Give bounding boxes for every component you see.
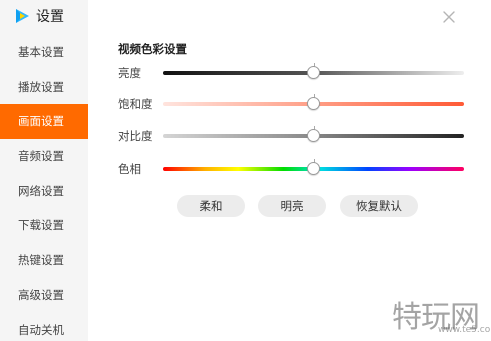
- sidebar-item-hotkeys[interactable]: 热键设置: [0, 243, 88, 278]
- watermark-url: www.te5.com: [438, 325, 491, 335]
- saturation-label: 饱和度: [118, 97, 153, 111]
- contrast-label: 对比度: [118, 129, 153, 143]
- saturation-slider-thumb[interactable]: [307, 97, 320, 110]
- sidebar-item-audio[interactable]: 音频设置: [0, 139, 88, 174]
- brightness-label: 亮度: [118, 66, 141, 80]
- hue-label: 色相: [118, 162, 141, 176]
- brightness-slider-thumb[interactable]: [307, 66, 320, 79]
- close-icon: [443, 11, 455, 23]
- hue-row: 色相: [118, 159, 464, 179]
- contrast-row: 对比度: [118, 126, 464, 146]
- sidebar-item-picture[interactable]: 画面设置: [0, 104, 88, 140]
- section-title: 视频色彩设置: [118, 42, 187, 56]
- window-title: 设置: [36, 9, 64, 25]
- brightness-row: 亮度: [118, 63, 464, 83]
- settings-nav: 基本设置 播放设置 画面设置 音频设置 网络设置 下载设置 热键设置 高级设置 …: [0, 35, 88, 341]
- close-button[interactable]: [440, 8, 458, 26]
- saturation-row: 饱和度: [118, 94, 464, 114]
- bright-preset-button[interactable]: 明亮: [258, 195, 326, 217]
- sidebar-item-basic[interactable]: 基本设置: [0, 35, 88, 70]
- sidebar-item-advanced[interactable]: 高级设置: [0, 278, 88, 313]
- sidebar: 设置 基本设置 播放设置 画面设置 音频设置 网络设置 下载设置 热键设置 高级…: [0, 0, 88, 341]
- site-watermark: 特玩网 www.te5.com: [392, 292, 491, 338]
- hue-slider-thumb[interactable]: [307, 162, 320, 175]
- preset-buttons: 柔和 明亮 恢复默认: [0, 195, 491, 217]
- sidebar-item-auto-shutdown[interactable]: 自动关机: [0, 313, 88, 341]
- soft-preset-button[interactable]: 柔和: [177, 195, 245, 217]
- contrast-slider-thumb[interactable]: [307, 129, 320, 142]
- settings-window: 设置 基本设置 播放设置 画面设置 音频设置 网络设置 下载设置 热键设置 高级…: [0, 0, 491, 341]
- play-logo-icon: [16, 9, 29, 23]
- reset-default-button[interactable]: 恢复默认: [340, 195, 418, 217]
- sidebar-item-playback[interactable]: 播放设置: [0, 70, 88, 105]
- brand: 设置: [14, 6, 64, 26]
